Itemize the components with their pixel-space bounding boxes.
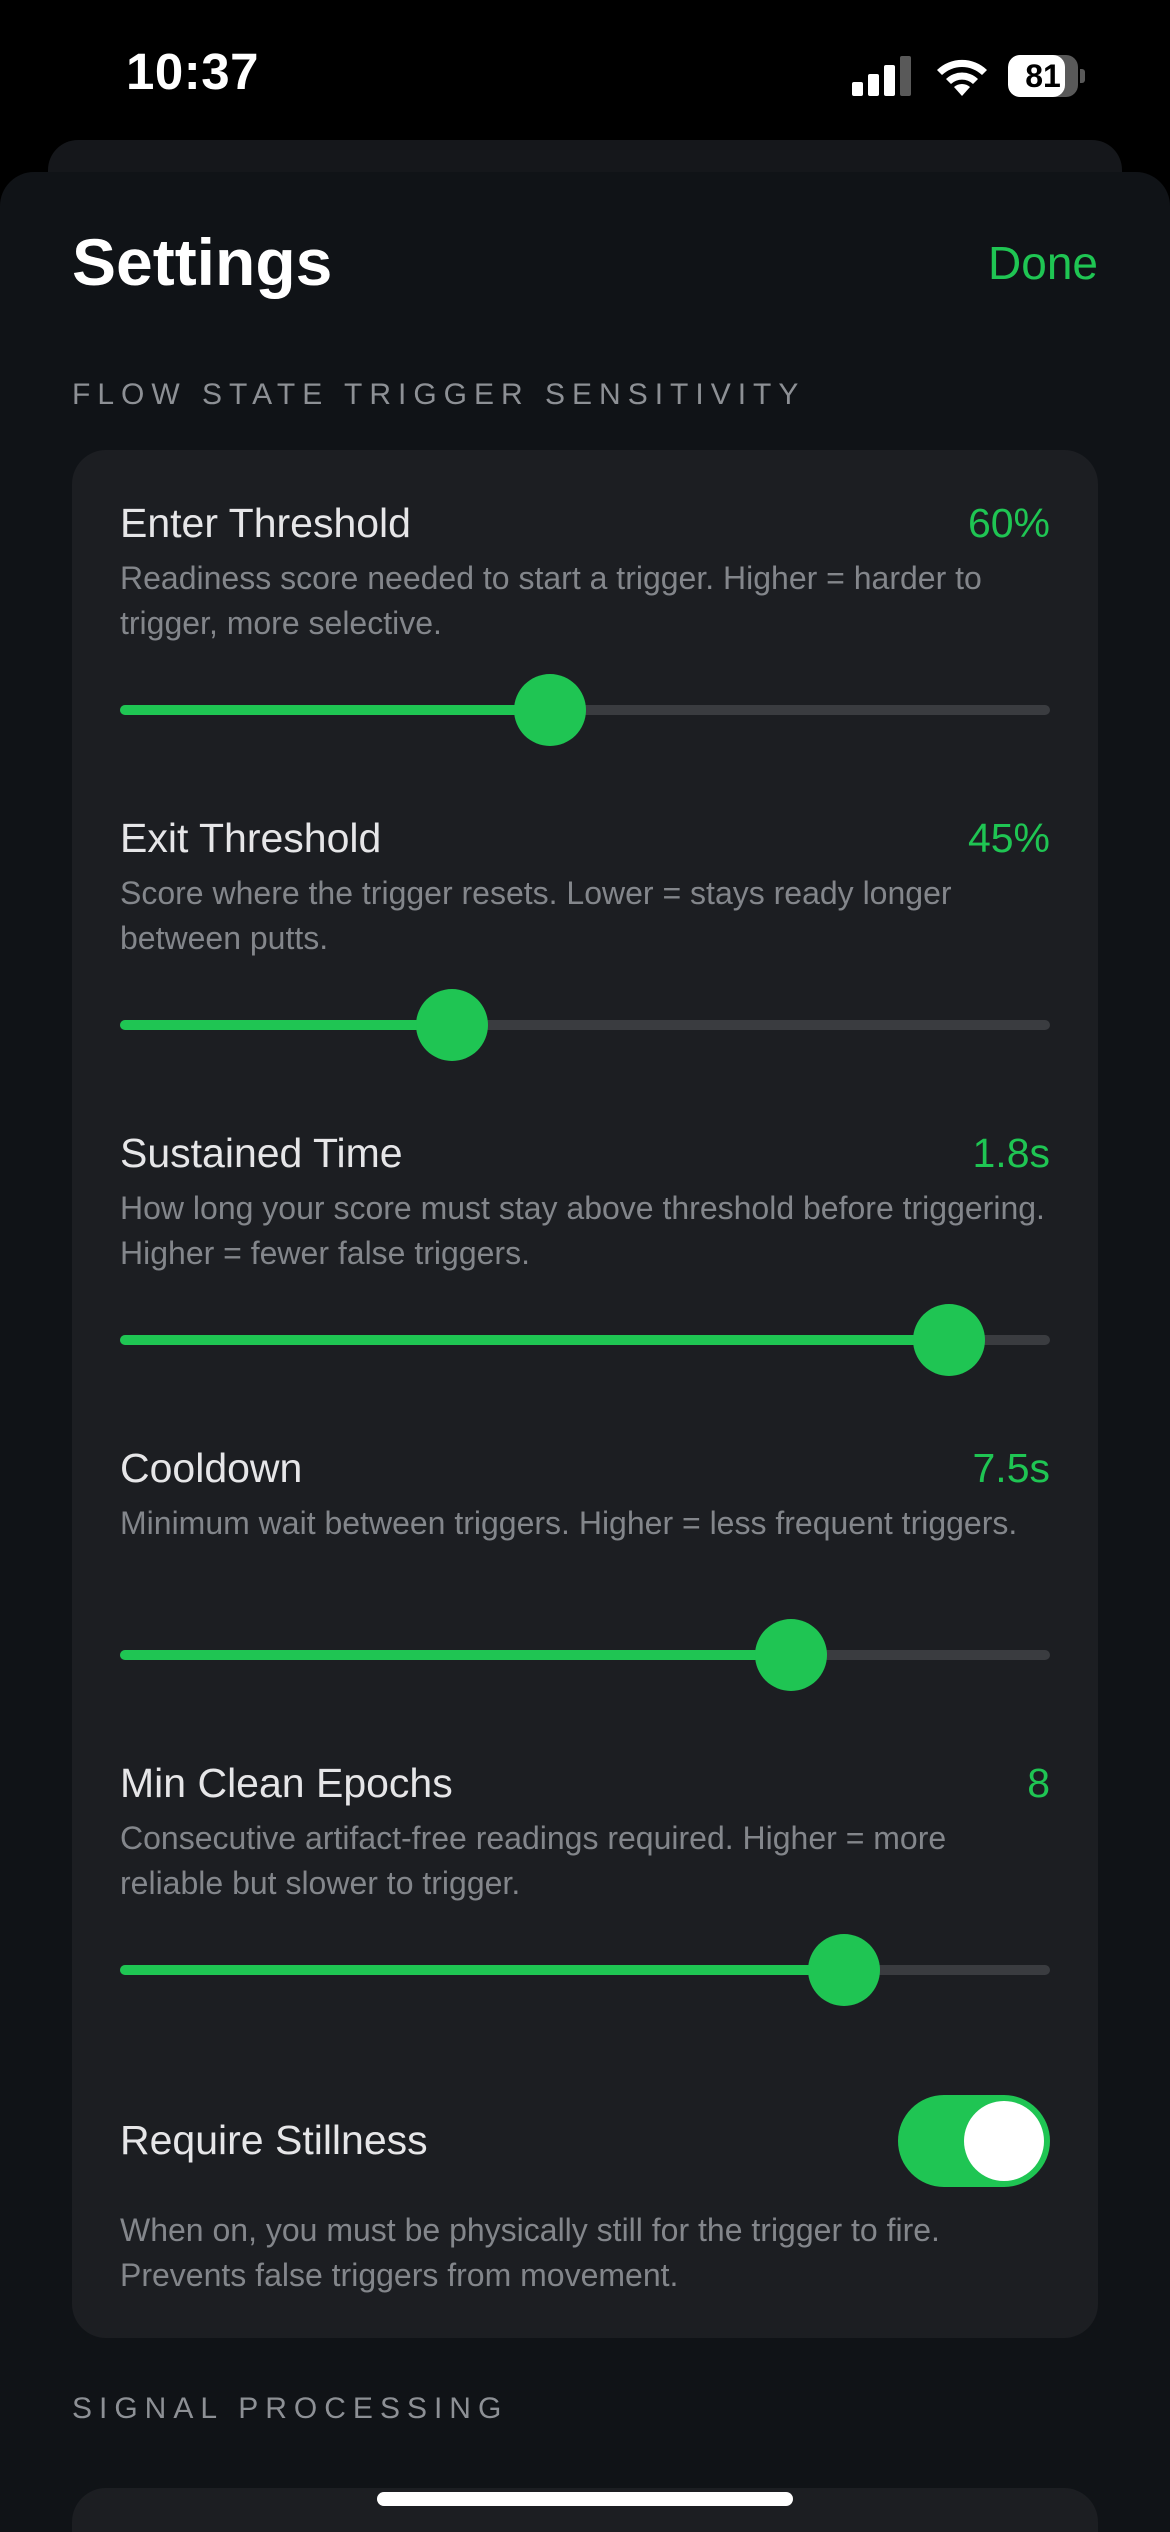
setting-label: Enter Threshold — [120, 500, 411, 546]
slider-thumb[interactable] — [808, 1934, 880, 2006]
min-clean-epochs-slider[interactable] — [120, 1934, 1050, 2006]
require-stillness-toggle[interactable] — [898, 2095, 1050, 2187]
slider-fill — [120, 1335, 949, 1345]
setting-description: Readiness score needed to start a trigge… — [120, 560, 982, 641]
sustained-time-slider[interactable] — [120, 1304, 1050, 1376]
setting-description: Score where the trigger resets. Lower = … — [120, 875, 952, 956]
section-header-trigger-sensitivity: FLOW STATE TRIGGER SENSITIVITY — [72, 378, 806, 411]
setting-value: 1.8s — [972, 1130, 1051, 1176]
setting-label: Min Clean Epochs — [120, 1760, 453, 1806]
slider-fill — [120, 705, 550, 715]
slider-fill — [120, 1965, 844, 1975]
setting-label: Sustained Time — [120, 1130, 403, 1176]
toggle-knob — [964, 2101, 1044, 2181]
setting-description: How long your score must stay above thre… — [120, 1190, 1045, 1271]
setting-description: When on, you must be physically still fo… — [120, 2212, 940, 2293]
slider-thumb[interactable] — [913, 1304, 985, 1376]
setting-label: Cooldown — [120, 1445, 303, 1491]
signal-icon — [852, 56, 912, 96]
status-time: 10:37 — [126, 43, 259, 100]
setting-description: Minimum wait between triggers. Higher = … — [120, 1505, 1018, 1541]
enter-threshold-slider[interactable] — [120, 674, 1050, 746]
setting-label: Require Stillness — [120, 2117, 428, 2163]
trigger-sensitivity-card: Enter Threshold 60% Readiness score need… — [72, 450, 1098, 2338]
setting-description: Consecutive artifact-free readings requi… — [120, 1820, 947, 1901]
wifi-icon — [937, 59, 987, 96]
slider-thumb[interactable] — [755, 1619, 827, 1691]
setting-label: Exit Threshold — [120, 815, 382, 861]
page-title: Settings — [72, 225, 333, 299]
setting-require-stillness: Require Stillness — [120, 2095, 1050, 2187]
battery-icon: 81 — [1008, 55, 1085, 97]
battery-level: 81 — [1025, 58, 1061, 94]
cooldown-slider[interactable] — [120, 1619, 1050, 1691]
slider-thumb[interactable] — [416, 989, 488, 1061]
slider-thumb[interactable] — [514, 674, 586, 746]
status-bar: 10:37 81 — [0, 0, 1170, 140]
setting-value: 45% — [967, 815, 1050, 861]
setting-value: 8 — [1027, 1760, 1050, 1806]
slider-fill — [120, 1650, 791, 1660]
setting-value: 7.5s — [972, 1445, 1051, 1491]
section-header-signal-processing: SIGNAL PROCESSING — [72, 2392, 509, 2425]
settings-screen: 10:37 81 Settings Done FLOW STATE TRIGGE… — [0, 0, 1170, 2532]
slider-fill — [120, 1020, 452, 1030]
done-button[interactable]: Done — [988, 236, 1098, 290]
setting-value: 60% — [967, 500, 1050, 546]
home-indicator[interactable] — [377, 2492, 793, 2506]
exit-threshold-slider[interactable] — [120, 989, 1050, 1061]
